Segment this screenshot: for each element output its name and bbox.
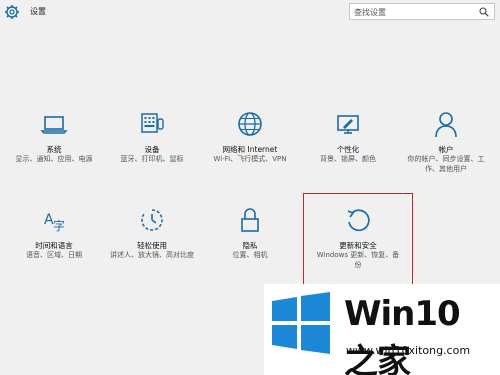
watermark-url: www.win10xitong.com [346, 344, 471, 357]
tile-devices[interactable]: 设备 蓝牙、打印机、鼠标 [104, 104, 200, 194]
tile-ease-of-access[interactable]: 轻松使用 讲述人、放大镜、高对比度 [104, 200, 200, 290]
tile-system[interactable]: 系统 显示、通知、应用、电源 [6, 104, 102, 194]
highlight-box [303, 193, 413, 295]
search-icon[interactable] [479, 7, 489, 17]
ease-of-access-icon [141, 209, 163, 231]
windows-logo-icon [272, 292, 330, 354]
title-bar: 设置 [0, 0, 500, 26]
tile-time-language[interactable]: A 字 时间和语言 语音、区域、日期 [6, 200, 102, 290]
tile-description: 背景、锁屏、颜色 [320, 155, 376, 163]
tile-accounts[interactable]: 帐户 你的帐户、同步设置、工作、其他用户 [398, 104, 494, 194]
paint-monitor-icon [337, 115, 359, 134]
watermark-brand: Win10 之家 [344, 294, 461, 375]
gear-icon [5, 5, 19, 19]
laptop-icon [40, 116, 68, 134]
tile-description: 讲述人、放大镜、高对比度 [110, 251, 194, 259]
lock-icon [241, 208, 259, 232]
tile-description: 位置、相机 [232, 251, 268, 259]
time-language-icon: A 字 [44, 212, 65, 233]
app-title: 设置 [30, 7, 46, 16]
keyboard-icon [141, 113, 164, 133]
person-icon [435, 112, 457, 138]
svg-text:字: 字 [53, 218, 65, 233]
tile-description: 语音、区域、日期 [26, 251, 82, 259]
tile-description: 蓝牙、打印机、鼠标 [120, 155, 184, 163]
search-input[interactable] [354, 6, 474, 18]
globe-icon [238, 112, 262, 136]
tile-privacy[interactable]: 隐私 位置、相机 [202, 200, 298, 290]
tile-description: Wi-Fi、飞行模式、VPN [213, 155, 287, 163]
watermark: Win10 之家 www.win10xitong.com [264, 284, 500, 375]
search-box[interactable] [349, 3, 495, 20]
tile-personalization[interactable]: 个性化 背景、锁屏、颜色 [300, 104, 396, 194]
tile-network[interactable]: 网络和 Internet Wi-Fi、飞行模式、VPN [202, 104, 298, 194]
tile-description: 你的帐户、同步设置、工作、其他用户 [407, 155, 485, 173]
tile-description: 显示、通知、应用、电源 [15, 155, 93, 163]
